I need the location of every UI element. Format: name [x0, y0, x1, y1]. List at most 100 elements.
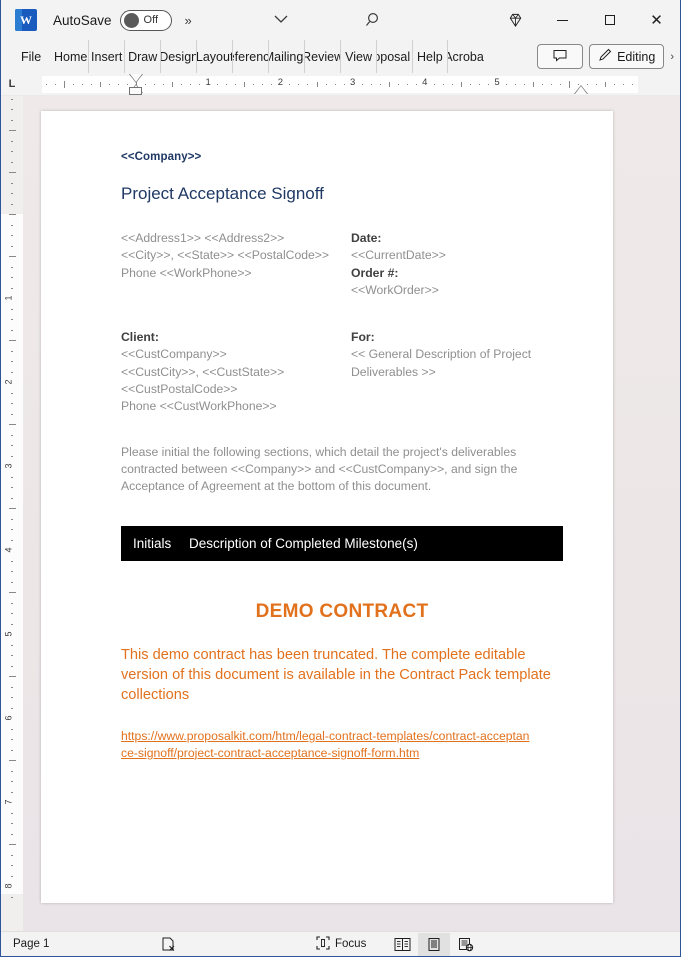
focus-mode-button[interactable]: Focus — [316, 935, 366, 953]
left-indent-marker[interactable] — [129, 87, 142, 95]
close-icon: ✕ — [650, 10, 663, 29]
ruler-tick — [469, 84, 471, 85]
ribbon-tabs: File Home Insert Draw Design Layout Refe… — [1, 40, 484, 73]
vertical-ruler-tick — [11, 361, 13, 362]
web-layout-icon[interactable] — [450, 933, 482, 956]
milestones-table-header: Initials Description of Completed Milest… — [121, 525, 563, 561]
date-value: <<CurrentDate>> — [351, 248, 446, 263]
table-header-description: Description of Completed Milestone(s) — [189, 535, 418, 551]
word-app-icon[interactable]: W — [15, 9, 37, 31]
right-indent-marker[interactable] — [574, 85, 588, 94]
comments-button[interactable] — [537, 44, 584, 69]
ruler-tick — [289, 84, 291, 85]
ruler-tick — [379, 84, 381, 85]
ruler-number: 2 — [277, 77, 284, 88]
diamond-icon[interactable] — [492, 0, 539, 40]
vertical-ruler-tick — [9, 592, 16, 593]
first-line-indent-marker[interactable] — [129, 74, 143, 83]
autosave-state-label: Off — [143, 14, 159, 26]
ruler-tick — [199, 84, 201, 85]
search-icon[interactable] — [365, 11, 383, 29]
vertical-ruler-tick — [11, 865, 13, 866]
autosave-toggle[interactable]: Off — [119, 9, 172, 31]
demo-contract-heading: DEMO CONTRACT — [255, 600, 429, 622]
ruler-tick — [253, 84, 255, 85]
vertical-ruler-number: 3 — [3, 463, 14, 469]
vertical-ruler-number: 2 — [3, 379, 14, 385]
demo-contract-link[interactable]: https://www.proposalkit.com/htm/legal-co… — [121, 728, 531, 761]
document-page[interactable]: <<Company>> Project Acceptance Signoff <… — [41, 111, 613, 903]
ruler-tick — [388, 82, 390, 87]
chevron-down-icon[interactable] — [273, 13, 289, 27]
vertical-ruler-tick — [11, 119, 13, 121]
ruler-tick — [217, 84, 219, 85]
client-phone: Phone <<CustWorkPhone>> — [121, 399, 277, 414]
tab-help[interactable]: Help — [413, 40, 448, 73]
ribbon-overflow-button[interactable]: › — [670, 51, 676, 63]
print-layout-icon[interactable] — [418, 932, 450, 956]
vertical-ruler-tick — [9, 130, 16, 131]
vertical-ruler-tick — [11, 644, 13, 646]
tab-layout[interactable]: Layout — [197, 40, 234, 73]
vertical-ruler-tick — [11, 539, 13, 541]
horizontal-ruler-row: L 1 2 3 4 5 — [1, 73, 680, 96]
editing-mode-label: Editing — [617, 49, 656, 64]
editing-mode-button[interactable]: Editing — [589, 44, 665, 69]
vertical-ruler-tick — [9, 508, 16, 509]
tab-draw[interactable]: Draw — [125, 40, 162, 73]
ruler-tick — [154, 84, 156, 85]
close-button[interactable]: ✕ — [633, 0, 680, 40]
tab-stop-selector[interactable]: L — [1, 73, 23, 95]
client-company: <<CustCompany>> — [121, 347, 227, 362]
ruler-tick — [244, 82, 246, 87]
ruler-tick — [596, 84, 598, 85]
ruler-tick — [117, 84, 119, 85]
client-postal-code: <<CustPostalCode>> — [121, 382, 238, 397]
ruler-tick — [163, 84, 165, 85]
tab-acrobat[interactable]: Acrobat — [448, 40, 484, 73]
tab-mailings[interactable]: Mailings — [269, 40, 306, 73]
tab-review[interactable]: Review — [305, 40, 342, 73]
page-canvas[interactable]: <<Company>> Project Acceptance Signoff <… — [23, 96, 680, 931]
word-window: W AutoSave Off » ✕ File Home Insert Draw… — [0, 0, 681, 957]
sender-phone: Phone <<WorkPhone>> — [121, 265, 252, 280]
tab-insert[interactable]: Insert — [89, 40, 126, 73]
ruler-tick — [262, 84, 264, 85]
tab-view[interactable]: View — [341, 40, 378, 73]
sender-address-block: <<Address1>> <<Address2>> <<City>>, <<St… — [121, 230, 351, 299]
vertical-ruler-tick — [11, 739, 13, 740]
vertical-ruler-tick — [11, 140, 13, 142]
client-block: Client: <<CustCompany>> <<CustCity>>, <<… — [121, 329, 351, 415]
ruler-tick — [316, 82, 318, 87]
tab-file[interactable]: File — [17, 40, 45, 73]
read-mode-icon[interactable] — [386, 933, 418, 956]
tab-home[interactable]: Home — [53, 40, 90, 73]
ruler-tick — [81, 84, 83, 85]
vertical-ruler-tick — [11, 277, 13, 278]
comment-icon — [553, 49, 567, 65]
tab-references[interactable]: References — [233, 40, 270, 73]
demo-contract-body: This demo contract has been truncated. T… — [121, 646, 551, 703]
tab-proposal-kit[interactable]: Proposal Kit — [377, 40, 414, 73]
maximize-button[interactable] — [586, 0, 633, 40]
ruler-ticks: 1 2 3 4 5 — [23, 73, 662, 96]
view-mode-buttons — [386, 932, 482, 956]
sender-meta-block: <<Address1>> <<Address2>> <<City>>, <<St… — [121, 230, 593, 299]
proofing-errors-icon[interactable] — [161, 937, 177, 952]
vertical-ruler-tick — [11, 224, 13, 226]
ruler-tick — [451, 84, 453, 85]
minimize-button[interactable] — [539, 0, 586, 40]
vertical-ruler-tick — [11, 854, 13, 856]
document-content: <<Company>> Project Acceptance Signoff <… — [121, 151, 593, 761]
vertical-ruler[interactable]: 1 2 3 4 5 6 7 8 — [1, 96, 23, 931]
ribbon-tab-strip: File Home Insert Draw Design Layout Refe… — [1, 40, 680, 73]
quick-access-more-button[interactable]: » — [185, 13, 192, 28]
ruler-tick — [415, 84, 417, 85]
horizontal-ruler[interactable]: 1 2 3 4 5 — [23, 73, 662, 95]
vertical-ruler-tick — [11, 875, 13, 877]
vertical-ruler-tick — [9, 256, 16, 257]
tab-design[interactable]: Design — [161, 40, 198, 73]
page-number-status[interactable]: Page 1 — [13, 938, 49, 950]
vertical-ruler-tick — [9, 214, 16, 215]
ruler-tick — [172, 82, 174, 87]
